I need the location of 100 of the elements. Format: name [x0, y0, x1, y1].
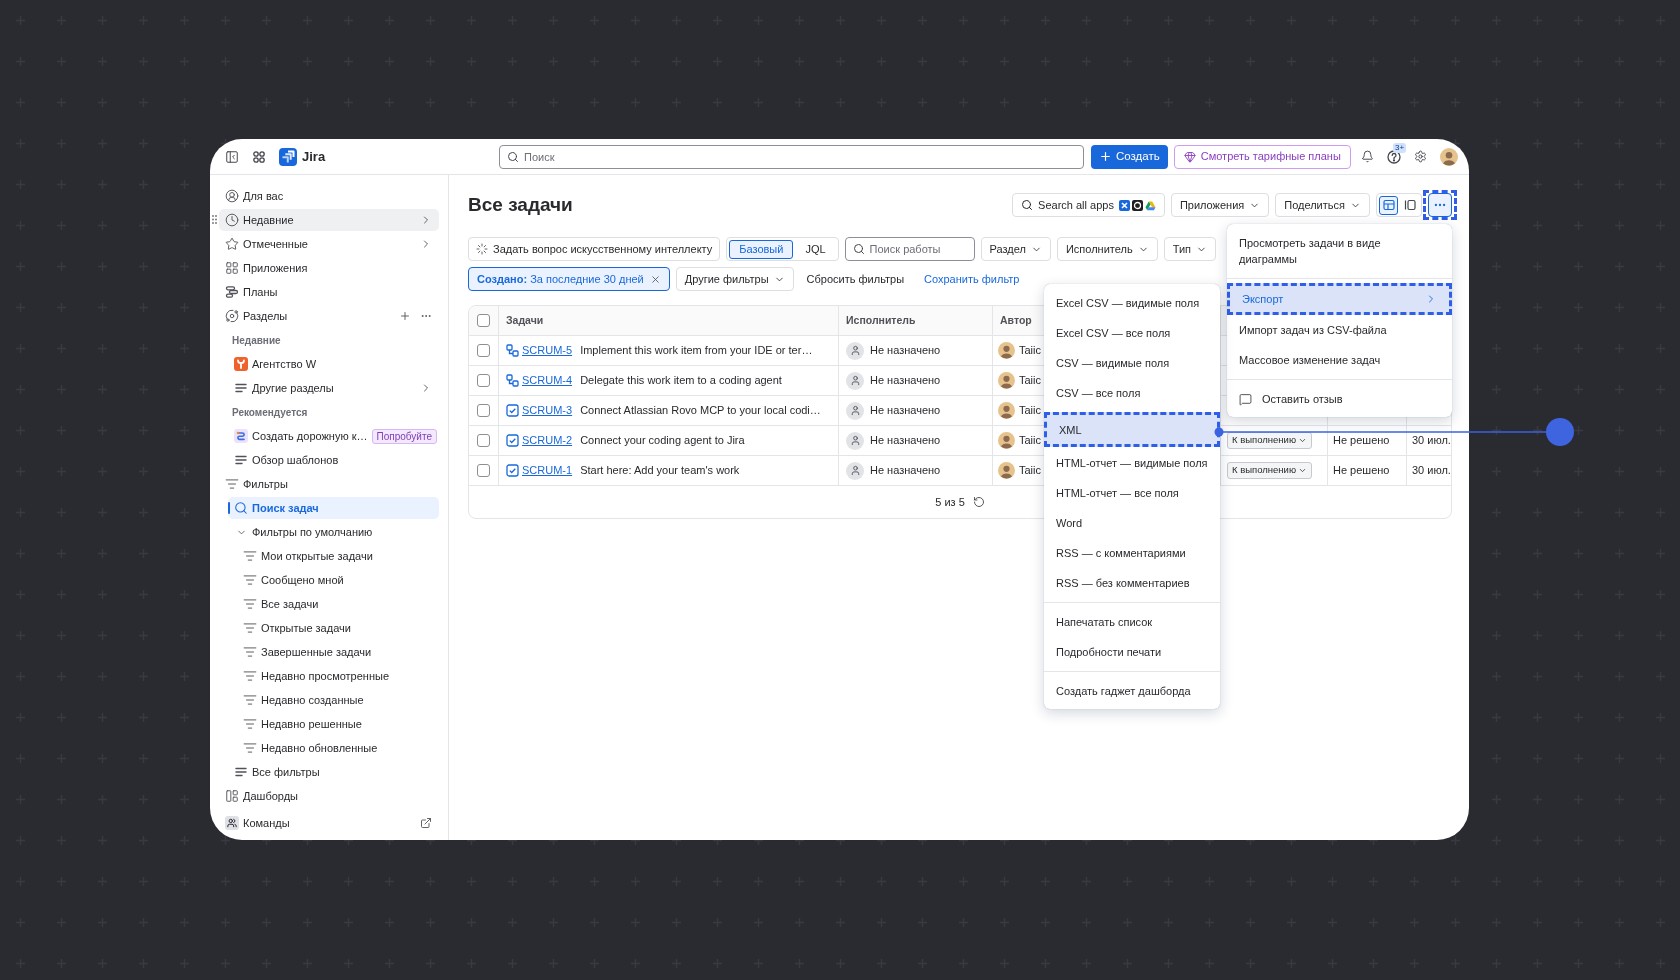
plans-button[interactable]: Смотреть тарифные планы — [1173, 144, 1351, 169]
sidebar-item[interactable]: Команды — [219, 812, 439, 834]
sidebar-item[interactable]: Открытые задачи — [237, 617, 439, 639]
menu-item[interactable]: RSS — с комментариями — [1044, 538, 1220, 568]
issue-summary: Connect Atlassian Rovo MCP to your local codi… — [580, 403, 821, 419]
create-button[interactable]: Создать — [1091, 144, 1168, 169]
sidebar-item[interactable]: Поиск задач — [228, 497, 439, 519]
search-field[interactable]: Поиск — [499, 144, 1084, 169]
filter-dropdown[interactable]: Исполнитель — [1056, 237, 1158, 261]
sidebar-item[interactable]: Недавно созданные — [237, 689, 439, 711]
search-apps-button[interactable]: Search all apps — [1012, 193, 1165, 217]
more-filters-dropdown[interactable]: Другие фильтры — [675, 267, 794, 291]
sidebar-item[interactable]: Создать дорожную к… Попробуйте — [228, 425, 439, 447]
author-name: Taiic — [1019, 403, 1041, 419]
sidebar-toggle-icon[interactable] — [225, 149, 239, 164]
split-panel-icon — [1403, 199, 1416, 211]
table-view-button[interactable] — [1379, 195, 1398, 215]
menu-item[interactable]: Экспорт — [1227, 283, 1452, 315]
save-filter-button[interactable]: Сохранить фильтр — [917, 267, 1027, 291]
active-filter-chip[interactable]: Создано: За последние 30 дней — [468, 267, 670, 291]
sidebar-item[interactable]: Обзор шаблонов — [228, 449, 439, 471]
menu-item[interactable]: Оставить отзыв — [1227, 384, 1452, 414]
avatar-icon[interactable] — [998, 432, 1015, 449]
app-switcher-icon[interactable] — [253, 150, 265, 163]
add-icon[interactable] — [399, 310, 411, 322]
share-dropdown[interactable]: Поделиться — [1275, 193, 1370, 217]
sidebar-item[interactable]: Приложения — [219, 257, 439, 279]
bell-icon[interactable] — [1361, 150, 1374, 163]
issue-key-link[interactable]: SCRUM-3 — [522, 402, 573, 419]
sidebar-item[interactable]: Отмеченные — [219, 233, 439, 255]
drag-handle-icon[interactable] — [212, 215, 217, 224]
menu-item[interactable]: Массовое изменение задач — [1227, 345, 1452, 375]
menu-item[interactable]: RSS — без комментариев — [1044, 568, 1220, 598]
avatar-icon[interactable] — [998, 372, 1015, 389]
settings-icon[interactable] — [1414, 150, 1427, 163]
menu-item[interactable]: HTML-отчет — все поля — [1044, 478, 1220, 508]
issue-key-link[interactable]: SCRUM-1 — [522, 462, 573, 479]
ask-ai-button[interactable]: Задать вопрос искусственному интеллекту — [468, 237, 721, 261]
issue-key-link[interactable]: SCRUM-4 — [522, 372, 573, 389]
issue-key-link[interactable]: SCRUM-2 — [522, 432, 573, 449]
menu-item[interactable]: HTML-отчет — видимые поля — [1044, 448, 1220, 478]
resolution-text: Не решено — [1333, 463, 1390, 479]
menu-item[interactable]: Импорт задач из CSV-файла — [1227, 315, 1452, 345]
menu-item[interactable]: Напечатать список — [1044, 607, 1220, 637]
filter-dropdown[interactable]: Раздел — [980, 237, 1051, 261]
checkbox[interactable] — [477, 434, 490, 447]
search-icon — [852, 243, 865, 255]
filter-dropdown[interactable]: Тип — [1163, 237, 1216, 261]
sidebar-item[interactable]: Фильтры — [219, 473, 439, 495]
sidebar-item[interactable]: Планы — [219, 281, 439, 303]
checkbox[interactable] — [477, 464, 490, 477]
sidebar-item[interactable]: Разделы — [219, 305, 439, 327]
avatar-icon[interactable] — [998, 462, 1015, 479]
sidebar-item[interactable]: Недавно просмотренные — [237, 665, 439, 687]
refresh-icon[interactable] — [972, 496, 985, 508]
checkbox[interactable] — [477, 314, 490, 327]
status-dropdown[interactable]: К выполнению — [1227, 462, 1313, 479]
checkbox[interactable] — [477, 374, 490, 387]
issue-summary: Connect your coding agent to Jira — [580, 433, 745, 449]
avatar-icon[interactable] — [1440, 147, 1458, 166]
help-icon[interactable] — [1387, 149, 1401, 164]
sidebar-item[interactable]: Фильтры по умолчанию — [228, 521, 439, 543]
issue-key-link[interactable]: SCRUM-5 — [522, 342, 573, 359]
sidebar-item[interactable]: Сообщено мной — [237, 569, 439, 591]
menu-item[interactable]: CSV — все поля — [1044, 378, 1220, 408]
avatar-icon[interactable] — [998, 402, 1015, 419]
chevron-down-icon — [1298, 436, 1308, 445]
menu-item[interactable]: CSV — видимые поля — [1044, 348, 1220, 378]
sidebar-item[interactable]: Агентство W — [228, 353, 439, 375]
sidebar-item[interactable]: Недавно обновленные — [237, 737, 439, 759]
sidebar-item[interactable]: Мои открытые задачи — [237, 545, 439, 567]
user-icon — [846, 401, 864, 420]
mode-tab[interactable]: JQL — [795, 239, 836, 259]
close-icon[interactable] — [649, 273, 661, 285]
checkbox[interactable] — [477, 404, 490, 417]
sidebar-item[interactable]: Все задачи — [237, 593, 439, 615]
work-search-field[interactable]: Поиск работы — [844, 237, 975, 261]
external-link-icon[interactable] — [420, 817, 432, 829]
task-check-icon — [506, 464, 519, 477]
grid-icon — [225, 261, 239, 275]
checkbox[interactable] — [477, 344, 490, 357]
menu-item[interactable]: Excel CSV — все поля — [1044, 318, 1220, 348]
menu-item[interactable]: XML — [1044, 412, 1220, 447]
sidebar-item[interactable]: Дашборды — [219, 785, 439, 807]
reset-filters-button[interactable]: Сбросить фильтры — [799, 267, 912, 291]
section-heading: Недавние — [232, 333, 281, 348]
sidebar-item[interactable]: Завершенные задачи — [237, 641, 439, 663]
menu-item[interactable]: Просмотреть задачи в виде диаграммы — [1227, 228, 1452, 274]
sidebar-item[interactable]: Для вас — [219, 185, 439, 207]
apps-dropdown[interactable]: Приложения — [1170, 193, 1270, 217]
jira-logo-icon[interactable] — [279, 147, 297, 166]
menu-item[interactable]: Создать гаджет дашборда — [1044, 676, 1220, 706]
menu-item[interactable]: Word — [1044, 508, 1220, 538]
sidebar-item[interactable]: Недавно решенные — [237, 713, 439, 735]
mode-tab[interactable]: Базовый — [729, 239, 794, 259]
sidebar-item[interactable]: Другие разделы — [228, 377, 439, 399]
menu-item[interactable]: Подробности печати — [1044, 637, 1220, 667]
avatar-icon[interactable] — [998, 342, 1015, 359]
sidebar-item[interactable]: Все фильтры — [228, 761, 439, 783]
menu-item[interactable]: Excel CSV — видимые поля — [1044, 288, 1220, 318]
